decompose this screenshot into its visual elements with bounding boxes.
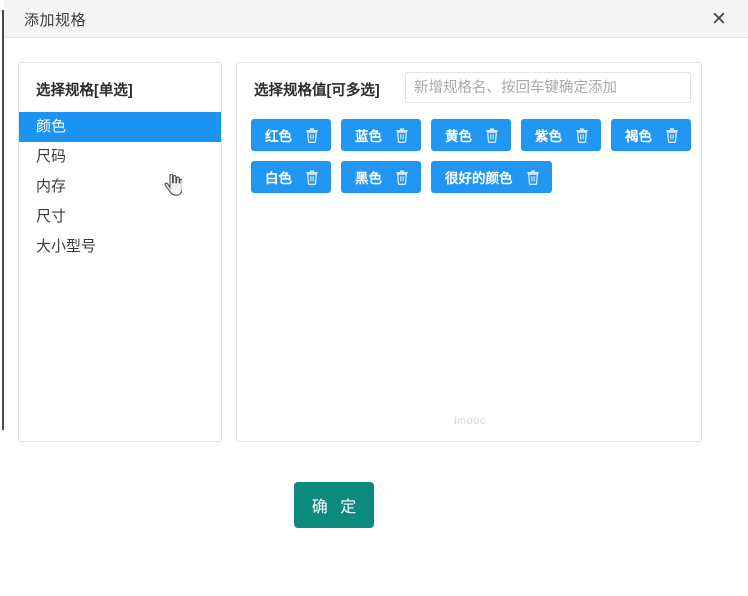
spec-value-tag[interactable]: 紫色 bbox=[521, 119, 601, 151]
spec-value-tag[interactable]: 黄色 bbox=[431, 119, 511, 151]
spec-list-item-label: 尺码 bbox=[36, 148, 67, 165]
spec-value-tag-label: 很好的颜色 bbox=[445, 171, 513, 186]
trash-icon[interactable] bbox=[485, 127, 499, 143]
spec-list-item[interactable]: 尺寸 bbox=[19, 202, 221, 232]
spec-list-item[interactable]: 内存 bbox=[19, 172, 221, 202]
spec-value-tag[interactable]: 蓝色 bbox=[341, 119, 421, 151]
spec-list-item[interactable]: 尺码 bbox=[19, 142, 221, 172]
trash-icon[interactable] bbox=[665, 127, 679, 143]
spec-list: 颜色尺码内存尺寸大小型号 bbox=[19, 112, 221, 262]
spec-value-tag-label: 黄色 bbox=[445, 129, 472, 144]
trash-icon[interactable] bbox=[395, 127, 409, 143]
add-spec-dialog: 添加规格 ✕ 选择规格[单选] 颜色尺码内存尺寸大小型号 选择规格值[可多选] … bbox=[4, 0, 748, 596]
spec-select-header: 选择规格[单选] bbox=[19, 63, 221, 112]
spec-list-item-label: 内存 bbox=[36, 178, 67, 195]
spec-value-tag-label: 白色 bbox=[265, 171, 292, 186]
dialog-header: 添加规格 ✕ bbox=[4, 0, 748, 38]
spec-list-item-label: 尺寸 bbox=[36, 208, 67, 225]
spec-value-title: 选择规格值[可多选] bbox=[254, 83, 380, 99]
spec-value-tag-label: 紫色 bbox=[535, 129, 562, 144]
watermark: imooc bbox=[454, 415, 486, 427]
new-spec-value-input[interactable] bbox=[405, 72, 691, 103]
spec-value-tag[interactable]: 褐色 bbox=[611, 119, 691, 151]
spec-list-item[interactable]: 颜色 bbox=[19, 112, 221, 142]
close-icon[interactable]: ✕ bbox=[706, 6, 732, 32]
confirm-button[interactable]: 确 定 bbox=[294, 482, 374, 528]
spec-value-tag[interactable]: 很好的颜色 bbox=[431, 161, 552, 193]
spec-value-tag-area: 红色 蓝色 黄色 紫色 褐色白色 黑色 很好的颜色 bbox=[237, 112, 701, 203]
spec-value-panel: 选择规格值[可多选] 红色 蓝色 黄色 紫色 褐色白色 黑色 很好的颜色 imooc bbox=[236, 62, 702, 442]
spec-value-tag-label: 红色 bbox=[265, 129, 292, 144]
spec-value-tag[interactable]: 红色 bbox=[251, 119, 331, 151]
spec-value-tag[interactable]: 白色 bbox=[251, 161, 331, 193]
trash-icon[interactable] bbox=[575, 127, 589, 143]
spec-select-title: 选择规格[单选] bbox=[36, 83, 133, 99]
spec-value-tag-label: 蓝色 bbox=[355, 129, 382, 144]
spec-select-panel: 选择规格[单选] 颜色尺码内存尺寸大小型号 bbox=[18, 62, 222, 442]
spec-list-item-label: 颜色 bbox=[36, 118, 67, 135]
spec-list-item-label: 大小型号 bbox=[36, 238, 97, 255]
trash-icon[interactable] bbox=[305, 127, 319, 143]
spec-value-header: 选择规格值[可多选] bbox=[237, 63, 701, 112]
spec-value-tag[interactable]: 黑色 bbox=[341, 161, 421, 193]
spec-list-item[interactable]: 大小型号 bbox=[19, 232, 221, 262]
trash-icon[interactable] bbox=[305, 169, 319, 185]
trash-icon[interactable] bbox=[526, 169, 540, 185]
dialog-title: 添加规格 bbox=[24, 12, 87, 29]
trash-icon[interactable] bbox=[395, 169, 409, 185]
spec-value-tag-label: 褐色 bbox=[625, 129, 652, 144]
dialog-body: 选择规格[单选] 颜色尺码内存尺寸大小型号 选择规格值[可多选] 红色 蓝色 黄色 紫… bbox=[4, 38, 748, 458]
spec-value-tag-label: 黑色 bbox=[355, 171, 382, 186]
